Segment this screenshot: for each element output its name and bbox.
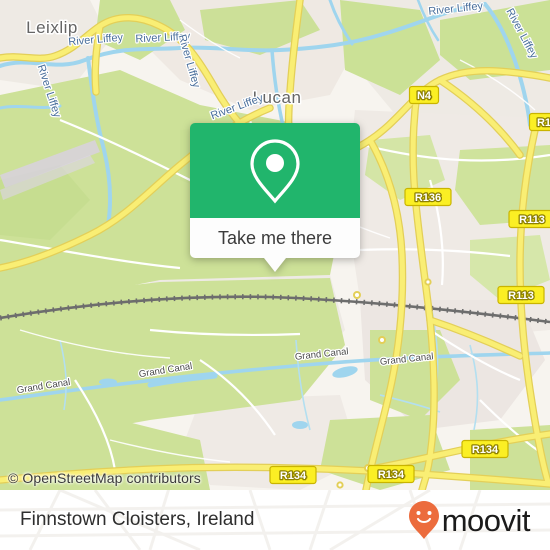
road-shield: N4 <box>408 85 440 105</box>
place-title: Finnstown Cloisters, Ireland <box>20 509 255 530</box>
take-me-there-label: Take me there <box>217 227 333 248</box>
osm-attribution: © OpenStreetMap contributors <box>8 470 201 486</box>
road-shield-label: R134 <box>378 469 405 481</box>
destination-popup[interactable]: Take me there <box>190 123 360 272</box>
road-shield: R113 <box>508 209 550 229</box>
road-shield: R1 <box>528 112 550 132</box>
moovit-brand: moovit <box>407 500 531 540</box>
road-shield-label: R134 <box>472 444 499 456</box>
road-shield: R113 <box>497 285 545 305</box>
moovit-smiling-pin-logo <box>408 501 439 539</box>
road-shield: R134 <box>461 439 509 459</box>
road-shield-label: R113 <box>508 290 534 302</box>
road-shield: R136 <box>404 187 452 207</box>
road-shield-label: N4 <box>417 90 432 102</box>
map-city-label: Leixlip <box>26 18 78 37</box>
road-shield-label: R113 <box>519 214 545 226</box>
moovit-map-screenshot: Leixlip Lucan River Liffey River Liffey Riv… <box>0 0 550 550</box>
road-shield-label: R136 <box>415 192 441 204</box>
popup-pointer-tail <box>264 258 286 272</box>
road-shield-label: R1 <box>537 117 550 129</box>
popup-icon-panel <box>190 123 360 218</box>
take-me-there-button[interactable]: Take me there <box>190 218 360 258</box>
road-shield: R134 <box>367 464 415 484</box>
map-pin-icon <box>250 138 300 203</box>
road-shield-label: R134 <box>280 470 307 482</box>
moovit-wordmark: moovit <box>441 502 531 538</box>
road-shield: R134 <box>269 465 317 485</box>
bottom-info-bar: Finnstown Cloisters, Ireland moovit <box>0 490 550 550</box>
